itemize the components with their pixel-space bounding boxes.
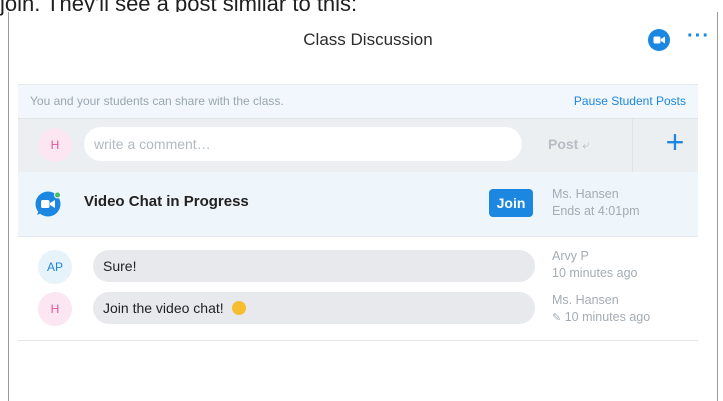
divider — [632, 119, 633, 173]
share-info-text: You and your students can share with the… — [30, 94, 284, 108]
message-meta: Ms. Hansen ✎ 10 minutes ago — [552, 292, 650, 327]
video-chat-title: Video Chat in Progress — [84, 193, 249, 210]
page-title: Class Discussion — [303, 30, 433, 49]
message-bubble: Join the video chat! — [93, 292, 535, 324]
post-button[interactable]: Post ⤶ — [548, 136, 618, 156]
class-discussion-panel: Class Discussion ··· You and your studen… — [8, 12, 718, 401]
edited-pencil-icon: ✎ — [552, 312, 562, 324]
post-label: Post — [548, 136, 579, 152]
video-chat-meta: Ms. Hansen Ends at 4:01pm — [552, 186, 640, 220]
share-bar: You and your students can share with the… — [18, 84, 698, 119]
avatar: H — [38, 292, 72, 326]
message-time: 10 minutes ago — [552, 266, 638, 280]
message-time: 10 minutes ago — [564, 310, 651, 324]
video-chat-icon — [34, 190, 62, 218]
message-author: Arvy P — [552, 249, 589, 263]
join-button[interactable]: Join — [489, 189, 533, 217]
avatar: H — [38, 128, 72, 162]
comment-input[interactable] — [84, 127, 522, 161]
more-options-button[interactable]: ··· — [687, 25, 709, 51]
message-bubble: Sure! — [93, 250, 535, 282]
video-chat-icon[interactable] — [647, 28, 671, 52]
divider — [18, 340, 698, 341]
add-button[interactable]: + — [658, 125, 692, 159]
message-author: Ms. Hansen — [552, 293, 619, 307]
message-text: Join the video chat! — [103, 300, 224, 316]
message-meta: Arvy P 10 minutes ago — [552, 248, 637, 282]
end-time: Ends at 4:01pm — [552, 204, 640, 218]
host-name: Ms. Hansen — [552, 187, 619, 201]
pause-student-posts-link[interactable]: Pause Student Posts — [574, 94, 686, 108]
grinning-emoji-icon — [231, 301, 246, 315]
video-chat-post: Video Chat in Progress Join Ms. Hansen E… — [18, 172, 698, 237]
header: Class Discussion ··· — [9, 12, 717, 82]
avatar: AP — [38, 250, 72, 284]
return-icon: ⤶ — [582, 137, 590, 152]
comment-composer: H Post ⤶ + — [18, 118, 698, 174]
